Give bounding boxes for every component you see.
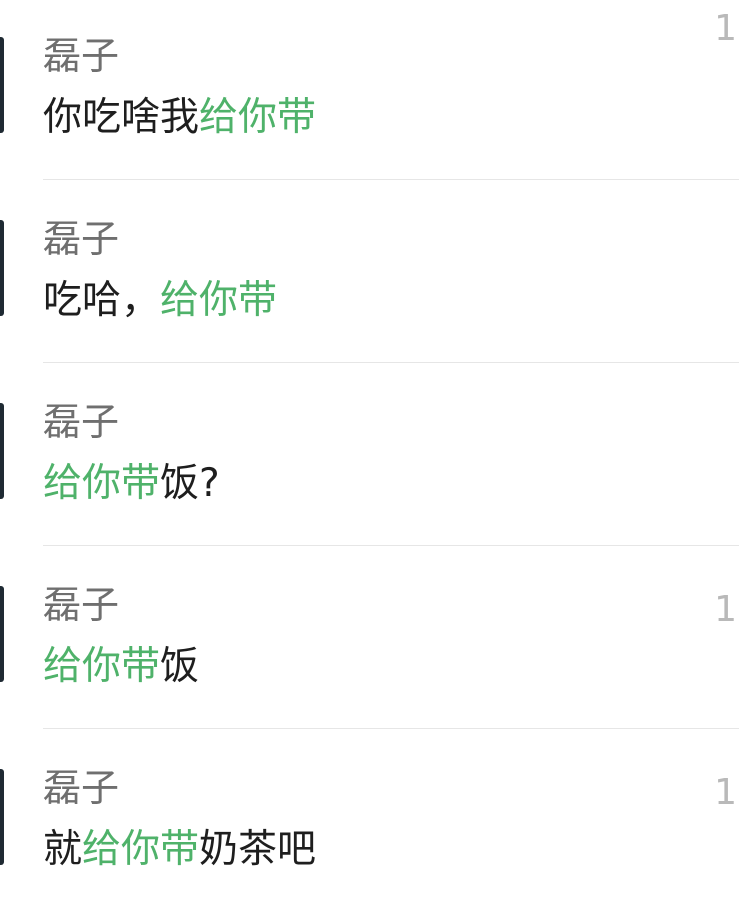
- message-time: 1: [714, 8, 737, 49]
- message-time: 1: [714, 589, 737, 630]
- message-text: 奶茶吧: [199, 827, 317, 872]
- search-result-item[interactable]: 磊子 给你带饭?: [0, 363, 739, 546]
- sender-name: 磊子: [43, 34, 120, 78]
- message-text: 吃哈，: [43, 278, 161, 323]
- message-text: 饭?: [160, 461, 220, 506]
- sender-name: 磊子: [43, 583, 120, 627]
- message-text: 就: [43, 827, 83, 872]
- keyword-highlight: 给你带: [43, 461, 161, 506]
- message-snippet: 你吃啥我给你带: [43, 93, 316, 143]
- search-result-item[interactable]: 磊子 就给你带奶茶吧 1: [0, 729, 739, 902]
- keyword-highlight: 给你带: [199, 95, 317, 140]
- sender-name: 磊子: [43, 766, 120, 810]
- avatar: [0, 37, 4, 133]
- keyword-highlight: 给你带: [82, 827, 200, 872]
- message-snippet: 吃哈，给你带: [43, 276, 277, 326]
- search-result-item[interactable]: 磊子 吃哈，给你带: [0, 180, 739, 363]
- keyword-highlight: 给你带: [43, 644, 161, 689]
- avatar: [0, 586, 4, 682]
- message-text: 饭: [160, 644, 200, 689]
- avatar: [0, 220, 4, 316]
- avatar: [0, 769, 4, 865]
- message-time: 1: [714, 772, 737, 813]
- chat-search-results: 磊子 你吃啥我给你带 1 磊子 吃哈，给你带 磊子 给你带饭? 磊子 给你带饭 …: [0, 0, 739, 902]
- message-text: 你吃啥我: [43, 95, 200, 140]
- sender-name: 磊子: [43, 400, 120, 444]
- sender-name: 磊子: [43, 217, 120, 261]
- keyword-highlight: 给你带: [160, 278, 278, 323]
- avatar: [0, 403, 4, 499]
- message-snippet: 给你带饭?: [43, 459, 220, 509]
- message-snippet: 就给你带奶茶吧: [43, 825, 316, 875]
- message-snippet: 给你带饭: [43, 642, 199, 692]
- search-result-item[interactable]: 磊子 你吃啥我给你带 1: [0, 0, 739, 180]
- search-result-item[interactable]: 磊子 给你带饭 1: [0, 546, 739, 729]
